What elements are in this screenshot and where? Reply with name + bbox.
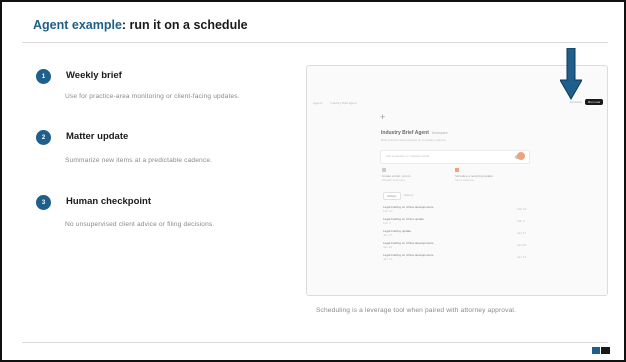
title-accent: Agent example xyxy=(33,18,122,32)
slide-caption: Scheduling is a leverage tool when paire… xyxy=(316,307,516,314)
mock-agent-subtitle: Brief practice-area updates on a weekly … xyxy=(381,138,446,142)
mock-run-sub: Feb 3 xyxy=(383,221,391,225)
logo-square-dark xyxy=(601,347,610,354)
mock-card-sub: Set a cadence xyxy=(455,178,475,182)
mock-run-time: Jan 27 xyxy=(517,231,527,235)
mock-run-row[interactable]: Legal briefing on China developments Jan … xyxy=(383,253,533,265)
step-title: Matter update xyxy=(66,131,129,142)
mock-agent-title: Industry Brief Agent xyxy=(381,130,429,136)
clock-icon xyxy=(455,168,459,172)
mock-run-row[interactable]: Legal briefing on China update Feb 3 Feb 3 xyxy=(383,217,533,229)
mock-run-time: Feb 3 xyxy=(517,219,525,223)
mock-run-sub: Jan 27 xyxy=(383,233,393,237)
document-icon xyxy=(382,168,386,172)
mock-schedule-link[interactable]: Schedule xyxy=(570,100,583,104)
step-title: Weekly brief xyxy=(66,70,122,81)
mock-run-row[interactable]: Legal briefing on China developments Jan … xyxy=(383,241,533,253)
step-title: Human checkpoint xyxy=(66,196,151,207)
mock-agent-badge: Workspace xyxy=(431,131,448,135)
title-rest: : run it on a schedule xyxy=(121,18,248,32)
down-arrow-icon xyxy=(560,48,582,100)
mock-breadcrumb: Agents Industry Brief Agent xyxy=(313,101,357,105)
slide-title: Agent example: run it on a schedule xyxy=(33,18,248,32)
mock-tab-activity[interactable]: Activity xyxy=(383,192,401,200)
step-description: Summarize new items at a predictable cad… xyxy=(65,157,213,164)
mock-run-time: Feb 10 xyxy=(517,207,527,211)
send-icon[interactable] xyxy=(517,152,525,160)
mock-card-schedule[interactable]: Schedule a recurring update Set a cadenc… xyxy=(455,168,523,182)
mock-breadcrumb-current: Industry Brief Agent xyxy=(330,101,357,105)
top-divider xyxy=(22,42,608,43)
step-description: Use for practice-area monitoring or clie… xyxy=(65,93,240,100)
step-number-badge: 1 xyxy=(36,69,51,84)
step-number-badge: 2 xyxy=(36,130,51,145)
mock-tab-history[interactable]: History xyxy=(404,193,413,197)
logo-square-blue xyxy=(592,347,600,354)
mock-run-row[interactable]: Legal briefing update Jan 27 Jan 27 xyxy=(383,229,533,241)
mock-prompt-input[interactable]: Ask a question or request a brief xyxy=(380,150,530,164)
step-number-badge: 3 xyxy=(36,195,51,210)
mock-agent-name: Industry Brief Agent Workspace xyxy=(381,130,448,136)
mock-card-create[interactable]: Create a brief, a form Weekly summary xyxy=(382,168,450,182)
bottom-divider xyxy=(22,342,608,343)
mock-run-time: Jan 13 xyxy=(517,255,527,259)
mock-card-sub: Weekly summary xyxy=(382,178,405,182)
mock-breadcrumb-root: Agents xyxy=(313,101,323,105)
mock-run-sub: Feb 10 xyxy=(383,209,393,213)
plus-icon: + xyxy=(380,112,386,122)
mock-run-time: Jan 20 xyxy=(517,243,527,247)
mock-prompt-placeholder: Ask a question or request a brief xyxy=(386,154,430,158)
step-description: No unsupervised client advice or filing … xyxy=(65,221,215,228)
mock-run-row[interactable]: Legal briefing on China developments Feb … xyxy=(383,205,533,217)
mock-run-sub: Jan 20 xyxy=(383,245,393,249)
brand-logo xyxy=(592,347,610,354)
mock-run-button[interactable]: Run now xyxy=(585,99,603,105)
mock-run-sub: Jan 13 xyxy=(383,257,393,261)
